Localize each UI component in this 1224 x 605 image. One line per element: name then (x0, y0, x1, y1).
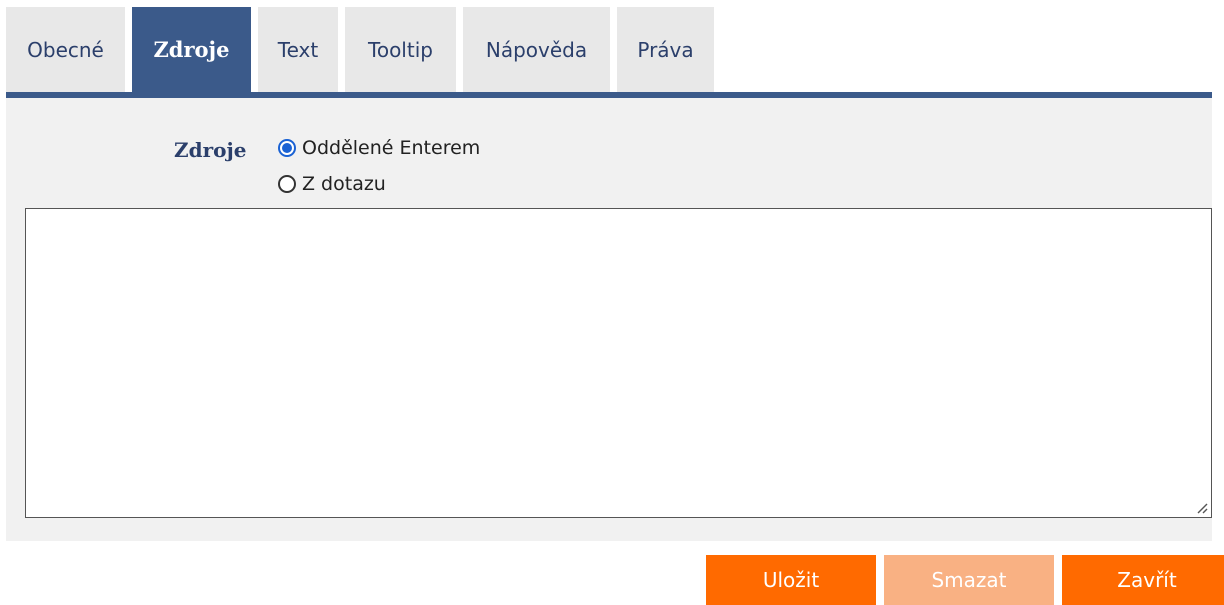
radio-label-query: Z dotazu (302, 173, 386, 195)
tab-obecne[interactable]: Obecné (6, 7, 125, 92)
radio-unchecked-icon[interactable] (278, 175, 296, 193)
close-button[interactable]: Zavřít (1062, 555, 1224, 605)
radio-checked-icon[interactable] (278, 139, 296, 157)
sources-textarea[interactable] (25, 208, 1212, 518)
sources-label: Zdroje (174, 138, 247, 162)
save-button[interactable]: Uložit (706, 555, 876, 605)
tab-strip: Obecné Zdroje Text Tooltip Nápověda Práv… (6, 7, 721, 92)
tab-zdroje[interactable]: Zdroje (132, 7, 251, 92)
resize-handle-icon[interactable] (1194, 500, 1208, 514)
tab-napoveda[interactable]: Nápověda (463, 7, 610, 92)
delete-button[interactable]: Smazat (884, 555, 1054, 605)
tab-text[interactable]: Text (258, 7, 338, 92)
tab-prava[interactable]: Práva (617, 7, 714, 92)
radio-label-separated: Oddělené Enterem (302, 137, 481, 159)
radio-option-from-query[interactable]: Z dotazu (278, 173, 386, 195)
tab-tooltip[interactable]: Tooltip (345, 7, 456, 92)
radio-option-separated-by-enter[interactable]: Oddělené Enterem (278, 137, 480, 159)
